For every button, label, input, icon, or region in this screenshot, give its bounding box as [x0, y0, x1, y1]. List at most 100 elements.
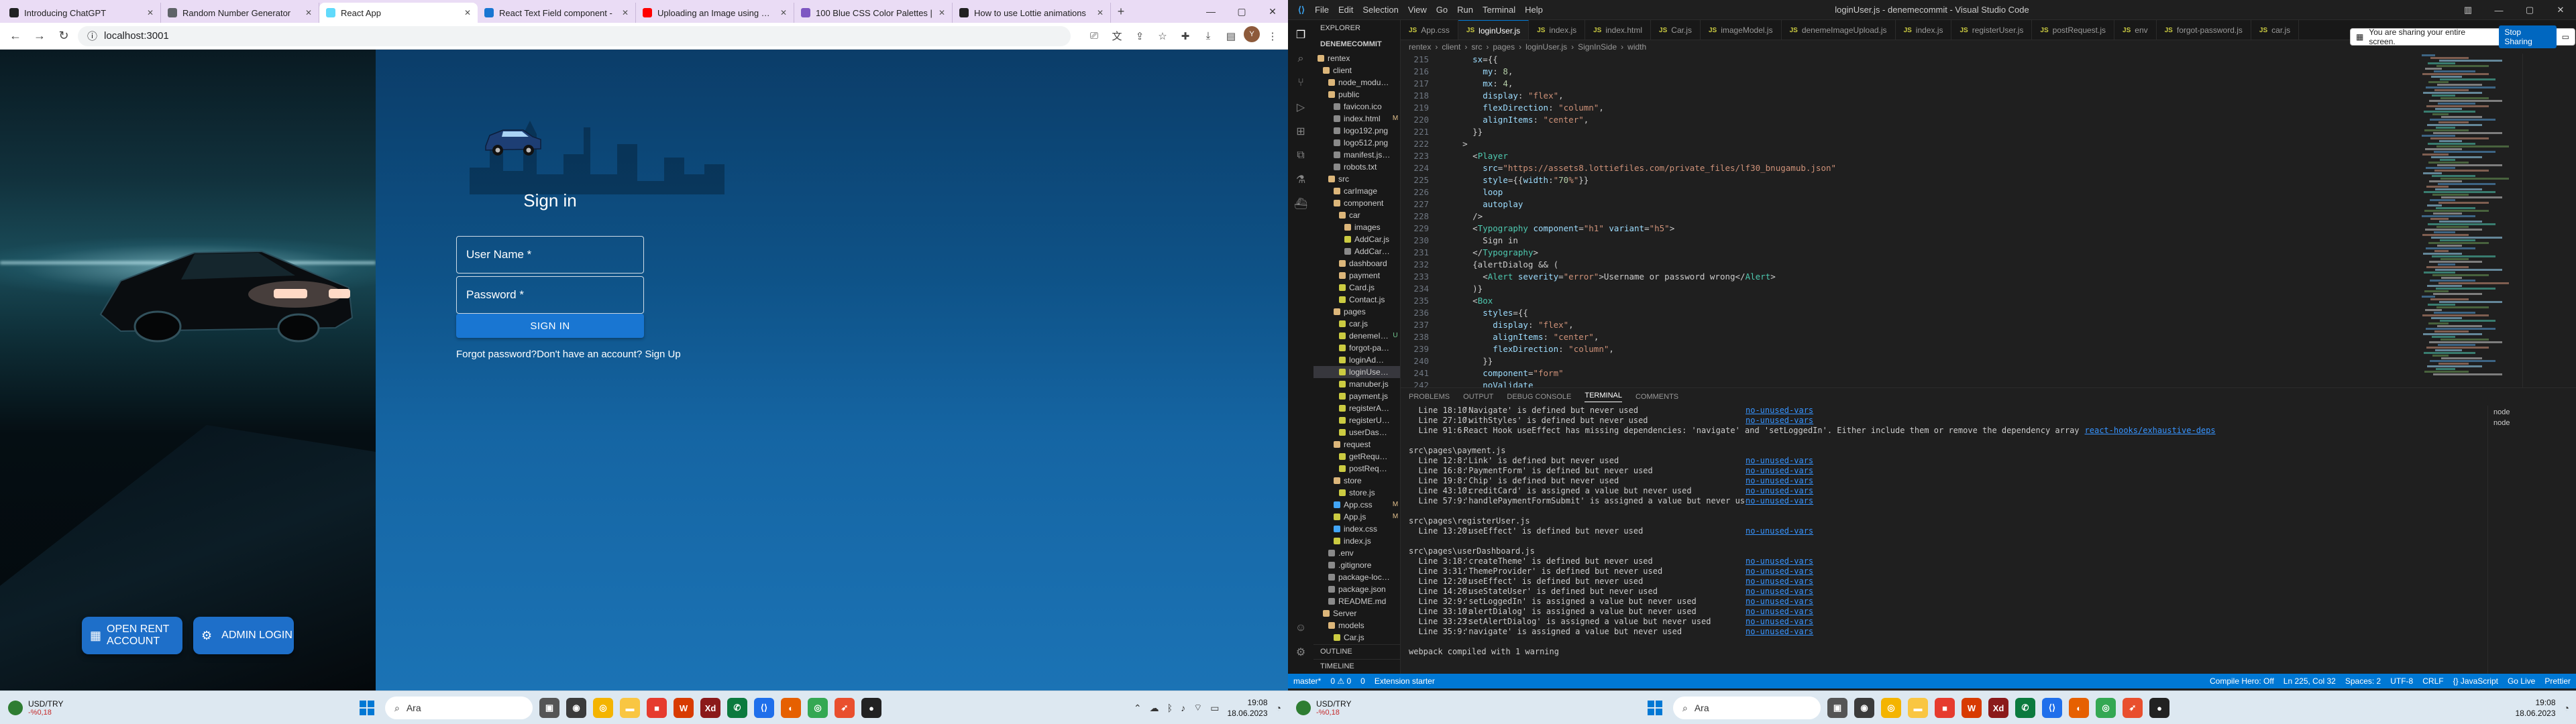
github-icon[interactable]: ● [2149, 698, 2169, 718]
tree-folder[interactable]: car [1313, 209, 1400, 221]
breadcrumb-item[interactable]: SignInSide [1578, 42, 1617, 52]
browser-tab[interactable]: 100 Blue CSS Color Palettes | ✕ [794, 3, 953, 23]
explorer-icon[interactable]: ❐ [1293, 27, 1309, 43]
winrar-icon[interactable]: W [674, 698, 694, 718]
menu-item[interactable]: Terminal [1483, 5, 1515, 15]
tree-folder[interactable]: component [1313, 197, 1400, 209]
timeline-section[interactable]: TIMELINE [1313, 659, 1400, 674]
maximize-icon[interactable]: ▢ [1226, 0, 1257, 23]
workspace-title[interactable]: DENEMECOMMIT [1313, 36, 1400, 52]
file-explorer-icon[interactable]: ▬ [1908, 698, 1928, 718]
lint-rule-link[interactable]: no-unused-vars [1746, 577, 1813, 587]
chrome-alt-icon[interactable]: ◎ [2096, 698, 2116, 718]
browser-tab[interactable]: Uploading an Image using Nod ✕ [636, 3, 794, 23]
menu-item[interactable]: Run [1457, 5, 1473, 15]
chat-icon[interactable]: ◉ [1854, 698, 1874, 718]
tree-file[interactable]: payment.js [1313, 390, 1400, 402]
clock[interactable]: 19:08 18.06.2023 [1227, 697, 1267, 719]
tree-file[interactable]: car.js [1313, 318, 1400, 330]
editor-tab[interactable]: JS index.js [1529, 20, 1586, 40]
panel-tab[interactable]: PROBLEMS [1409, 393, 1450, 401]
docker-icon[interactable]: ⛴ [1293, 196, 1309, 212]
settings-gear-icon[interactable]: ⚙ [1293, 644, 1309, 660]
tree-file[interactable]: registerUser.js [1313, 414, 1400, 426]
whatsapp-icon[interactable]: ✆ [727, 698, 747, 718]
chrome-icon[interactable]: ◎ [593, 698, 613, 718]
firefox-icon[interactable]: ◐ [781, 698, 801, 718]
chat-icon[interactable]: ◉ [566, 698, 586, 718]
tree-file[interactable]: Card.js [1313, 282, 1400, 294]
admin-login-button[interactable]: ⚙ ADMIN LOGIN [193, 617, 294, 654]
bookmark-icon[interactable]: ☆ [1152, 26, 1173, 46]
stock-widget[interactable]: USD/TRY -%0,18 [0, 699, 174, 717]
tab-close-icon[interactable]: ✕ [305, 8, 312, 17]
outline-section[interactable]: OUTLINE [1313, 644, 1400, 659]
tree-file[interactable]: loginUser.js [1313, 366, 1400, 378]
lint-rule-link[interactable]: no-unused-vars [1746, 627, 1813, 637]
source-control-icon[interactable]: ⑂ [1293, 75, 1309, 91]
menu-item[interactable]: View [1408, 5, 1427, 15]
share-icon[interactable]: ⇪ [1130, 26, 1150, 46]
status-item[interactable]: UTF-8 [2390, 676, 2413, 686]
chevron-up-icon[interactable]: ⌃ [1134, 703, 1142, 714]
site-info-icon[interactable]: ⓘ [87, 29, 97, 43]
tree-file[interactable]: favicon.ico [1313, 101, 1400, 113]
open-rent-account-button[interactable]: ▦ OPEN RENT ACCOUNT [82, 617, 182, 654]
postman-icon[interactable]: ➶ [2123, 698, 2143, 718]
browser-tab[interactable]: How to use Lottie animations ✕ [953, 3, 1111, 23]
minimize-icon[interactable]: — [1195, 0, 1226, 23]
browser-tab[interactable]: React App ✕ [319, 3, 478, 23]
menu-item[interactable]: File [1315, 5, 1329, 15]
tab-close-icon[interactable]: ✕ [622, 8, 629, 17]
code-editor[interactable]: 215 sx={{216 my: 8, 217 mx: 4, 218 display… [1401, 54, 2340, 387]
editor-tab[interactable]: JS imageModel.js [1701, 20, 1782, 40]
clock[interactable]: 19:08 18.06.2023 [2515, 697, 2555, 719]
sign-in-button[interactable]: SIGN IN [456, 314, 644, 338]
tree-folder[interactable]: request [1313, 438, 1400, 450]
menu-item[interactable]: Selection [1362, 5, 1398, 15]
editor-tab[interactable]: JS index.js [1896, 20, 1952, 40]
taskbar-search[interactable]: ⌕ Ara [1673, 697, 1821, 719]
status-item[interactable]: {} JavaScript [2453, 676, 2498, 686]
status-item[interactable]: 0 [1360, 676, 1365, 686]
lint-rule-link[interactable]: no-unused-vars [1746, 587, 1813, 597]
lint-rule-link[interactable]: react-hooks/exhaustive-deps [2085, 426, 2216, 436]
lint-rule-link[interactable]: no-unused-vars [1746, 597, 1813, 607]
lint-rule-link[interactable]: no-unused-vars [1746, 416, 1813, 426]
close-icon[interactable]: ✕ [2545, 0, 2576, 20]
breadcrumb-item[interactable]: width [1627, 42, 1646, 52]
tree-file[interactable]: index.js [1313, 535, 1400, 547]
cast-icon[interactable]: ⎚ [1084, 26, 1104, 46]
lint-rule-link[interactable]: no-unused-vars [1746, 406, 1813, 416]
tab-close-icon[interactable]: ✕ [1097, 8, 1104, 17]
cloud-icon[interactable]: ☁ [1150, 703, 1159, 714]
tree-file[interactable]: robots.txt [1313, 161, 1400, 173]
tree-folder[interactable]: carImage [1313, 185, 1400, 197]
address-bar[interactable]: ⓘ localhost:3001 [78, 25, 1071, 46]
menu-icon[interactable]: ⋮ [1263, 26, 1283, 46]
sign-up-link[interactable]: Don't have an account? Sign Up [537, 349, 681, 360]
whatsapp-icon[interactable]: ✆ [2015, 698, 2035, 718]
hide-banner-button[interactable]: ▭ [2562, 32, 2569, 42]
tree-file[interactable]: index.css [1313, 523, 1400, 535]
status-item[interactable]: Extension starter [1375, 676, 1435, 686]
tree-file[interactable]: manuber.js [1313, 378, 1400, 390]
browser-tab[interactable]: React Text Field component - ✕ [478, 3, 636, 23]
tree-file[interactable]: postRequest.js [1313, 463, 1400, 475]
editor-tab[interactable]: JS env [2114, 20, 2157, 40]
winrar-icon[interactable]: W [1962, 698, 1982, 718]
tree-folder[interactable]: payment [1313, 269, 1400, 282]
tree-file[interactable]: Contact.js [1313, 294, 1400, 306]
tree-folder[interactable]: client [1313, 64, 1400, 76]
menu-item[interactable]: Edit [1338, 5, 1353, 15]
office-icon[interactable]: ■ [1935, 698, 1955, 718]
tree-file[interactable]: .env [1313, 547, 1400, 559]
tree-file[interactable]: package.json [1313, 583, 1400, 595]
github-icon[interactable]: ● [861, 698, 881, 718]
remote-icon[interactable]: ⧉ [1293, 147, 1309, 164]
vscode-icon[interactable]: ⟨⟩ [754, 698, 774, 718]
editor-tab[interactable]: JS App.css [1401, 20, 1458, 40]
editor-tab[interactable]: JS registerUser.js [1951, 20, 2033, 40]
tree-file[interactable]: README.md [1313, 595, 1400, 607]
editor-tab[interactable]: JS denemeImageUpload.js [1782, 20, 1896, 40]
